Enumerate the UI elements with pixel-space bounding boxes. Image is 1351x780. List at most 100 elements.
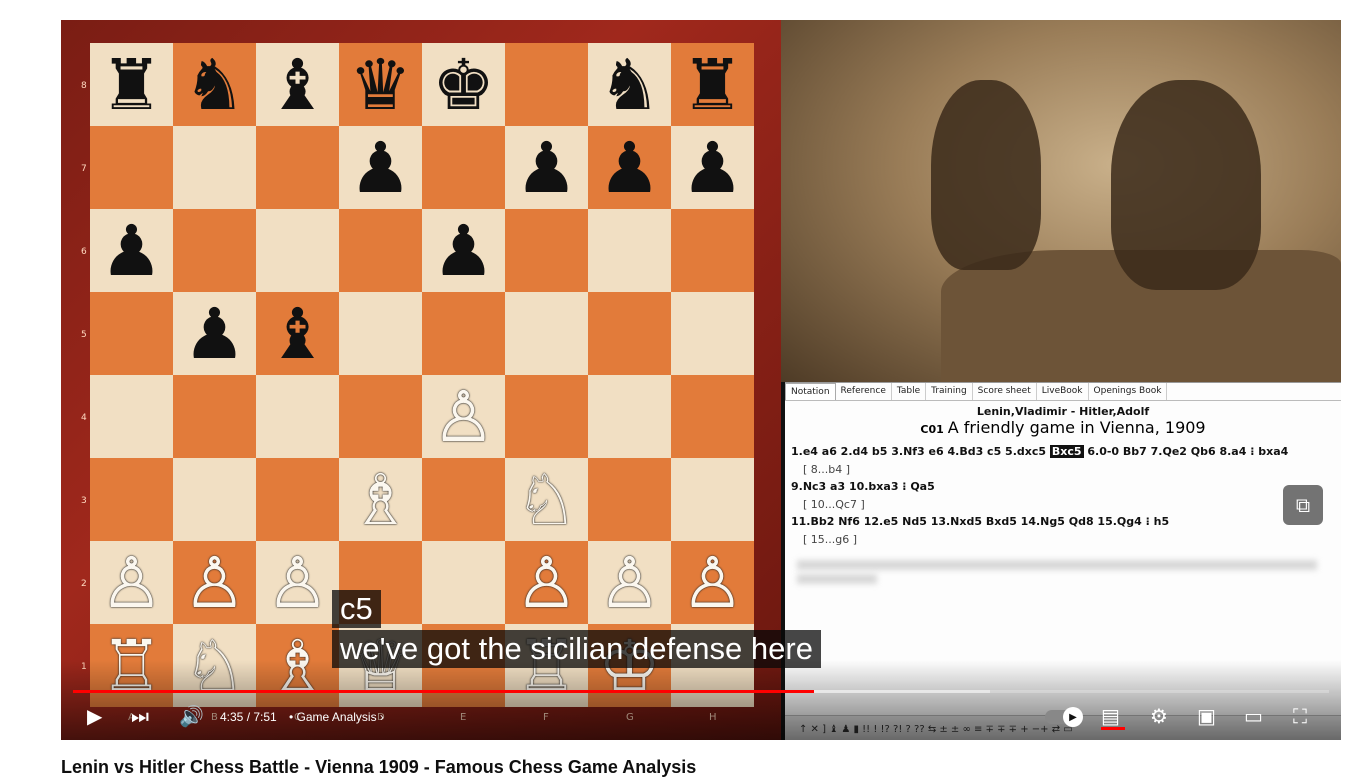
- square-b4: [173, 375, 256, 458]
- video-title[interactable]: Lenin vs Hitler Chess Battle - Vienna 19…: [61, 757, 696, 778]
- square-a6: ♟: [90, 209, 173, 292]
- fullscreen-icon[interactable]: ⛶: [1293, 706, 1307, 726]
- square-h6: [671, 209, 754, 292]
- moves-text[interactable]: 6.0-0 Bb7 7.Qe2 Qb6 8.a4 ⁝ bxa4: [1084, 445, 1288, 458]
- subtitles-icon[interactable]: ▤: [1101, 706, 1120, 726]
- tab-reference[interactable]: Reference: [836, 383, 892, 400]
- square-a7: [90, 126, 173, 209]
- photo-figure-left: [931, 80, 1041, 270]
- chess-piece: ♙: [183, 541, 246, 624]
- square-c3: [256, 458, 339, 541]
- chess-piece: ♟: [515, 126, 578, 209]
- game-event: C01 A friendly game in Vienna, 1909: [785, 418, 1341, 437]
- next-icon[interactable]: ⏭: [131, 706, 149, 726]
- square-c7: [256, 126, 339, 209]
- square-c5: ♝: [256, 292, 339, 375]
- square-e7: [422, 126, 505, 209]
- square-d3: ♗: [339, 458, 422, 541]
- autoplay-knob: ▶: [1063, 707, 1083, 727]
- variation-line[interactable]: [ 15...g6 ]: [791, 533, 1341, 550]
- square-a2: ♙: [90, 541, 173, 624]
- chess-piece: ♗: [349, 458, 412, 541]
- square-b3: [173, 458, 256, 541]
- rank-label: 5: [81, 330, 87, 340]
- tab-score-sheet[interactable]: Score sheet: [973, 383, 1037, 400]
- square-f8: [505, 43, 588, 126]
- square-d8: ♛: [339, 43, 422, 126]
- square-a8: ♜: [90, 43, 173, 126]
- chess-piece: ♜: [681, 43, 744, 126]
- tab-notation[interactable]: Notation: [785, 383, 836, 400]
- move-line[interactable]: 11.Bb2 Nf6 12.e5 Nd5 13.Nxd5 Bxd5 14.Ng5…: [791, 515, 1341, 533]
- theater-icon[interactable]: ▭: [1244, 706, 1263, 726]
- chess-piece: ♞: [183, 43, 246, 126]
- moves-text[interactable]: 1.e4 a6 2.d4 b5 3.Nf3 e6 4.Bd3 c5 5.dxc5: [791, 445, 1050, 458]
- square-e8: ♚: [422, 43, 505, 126]
- chess-piece: ♙: [266, 541, 329, 624]
- square-d6: [339, 209, 422, 292]
- square-h3: [671, 458, 754, 541]
- chess-piece: ♟: [349, 126, 412, 209]
- game-header: Lenin,Vladimir - Hitler,Adolf C01 A frien…: [785, 405, 1341, 437]
- play-icon[interactable]: ▶: [87, 706, 102, 726]
- square-f3: ♘: [505, 458, 588, 541]
- square-h8: ♜: [671, 43, 754, 126]
- tab-training[interactable]: Training: [926, 383, 973, 400]
- square-g7: ♟: [588, 126, 671, 209]
- photo-figure-right: [1111, 80, 1261, 290]
- tab-livebook[interactable]: LiveBook: [1037, 383, 1089, 400]
- miniplayer-icon[interactable]: ▣: [1197, 706, 1216, 726]
- current-move[interactable]: Bxc5: [1049, 445, 1084, 458]
- rank-label: 4: [81, 413, 87, 423]
- move-list: 1.e4 a6 2.d4 b5 3.Nf3 e6 4.Bd3 c5 5.dxc5…: [785, 445, 1341, 584]
- chess-piece: ♙: [432, 375, 495, 458]
- square-b7: [173, 126, 256, 209]
- square-c2: ♙: [256, 541, 339, 624]
- caption-line-1: c5: [332, 590, 381, 628]
- square-a3: [90, 458, 173, 541]
- variation-line[interactable]: [ 10...Qc7 ]: [791, 498, 1341, 515]
- miniplayer-overlay-icon[interactable]: ⧉: [1283, 485, 1323, 525]
- chess-piece: ♛: [349, 43, 412, 126]
- tab-table[interactable]: Table: [892, 383, 927, 400]
- chess-piece: ♟: [183, 292, 246, 375]
- rank-label: 3: [81, 496, 87, 506]
- square-b8: ♞: [173, 43, 256, 126]
- rank-label: 2: [81, 579, 87, 589]
- square-h7: ♟: [671, 126, 754, 209]
- variation-line[interactable]: [ 8...b4 ]: [791, 463, 1341, 480]
- square-h5: [671, 292, 754, 375]
- tab-openings-book[interactable]: Openings Book: [1089, 383, 1168, 400]
- square-a5: [90, 292, 173, 375]
- chapter-button[interactable]: • Game Analysis ›: [289, 710, 384, 724]
- historical-photo: [781, 20, 1341, 382]
- rank-label: 8: [81, 81, 87, 91]
- move-line[interactable]: 9.Nc3 a3 10.bxa3 ⁝ Qa5: [791, 480, 1341, 498]
- notation-tabs: Notation Reference Table Training Score shee…: [785, 383, 1341, 401]
- chess-piece: ♟: [100, 209, 163, 292]
- blurred-text: [797, 574, 877, 584]
- volume-icon[interactable]: 🔊: [179, 706, 204, 726]
- chess-piece: ♟: [432, 209, 495, 292]
- autoplay-toggle[interactable]: ▶: [1045, 707, 1083, 727]
- square-d7: ♟: [339, 126, 422, 209]
- square-c8: ♝: [256, 43, 339, 126]
- square-h4: [671, 375, 754, 458]
- square-d5: [339, 292, 422, 375]
- square-f4: [505, 375, 588, 458]
- chess-piece: ♘: [515, 458, 578, 541]
- chess-piece: ♞: [598, 43, 661, 126]
- rank-label: 7: [81, 164, 87, 174]
- square-a4: [90, 375, 173, 458]
- progress-played: [73, 690, 815, 693]
- move-line[interactable]: 1.e4 a6 2.d4 b5 3.Nf3 e6 4.Bd3 c5 5.dxc5…: [791, 445, 1341, 463]
- eco-code: C01: [920, 423, 944, 436]
- chess-piece: ♝: [266, 43, 329, 126]
- square-e4: ♙: [422, 375, 505, 458]
- game-players: Lenin,Vladimir - Hitler,Adolf: [976, 405, 1150, 418]
- video-player[interactable]: ♜♞♝♛♚♞♜♟♟♟♟♟♟♟♝♙♗♘♙♙♙♙♙♙♖♘♗♕♖♔ 87654321 …: [61, 20, 1341, 740]
- square-b6: [173, 209, 256, 292]
- settings-icon[interactable]: ⚙: [1150, 706, 1168, 726]
- progress-bar[interactable]: [73, 690, 1329, 693]
- square-d4: [339, 375, 422, 458]
